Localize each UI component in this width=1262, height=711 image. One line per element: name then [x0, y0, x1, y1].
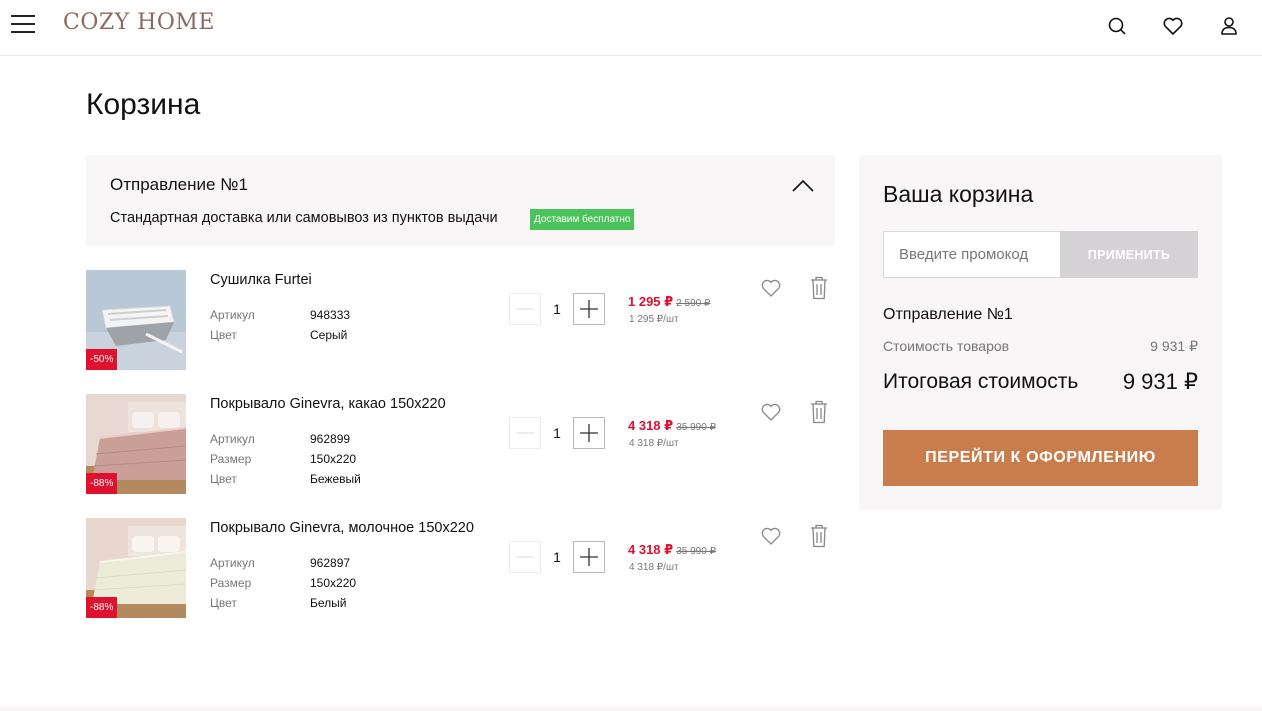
menu-icon[interactable] — [11, 14, 35, 34]
unit-price: 4 318 ₽/шт — [629, 438, 679, 449]
attribute-value: 962899 — [310, 432, 351, 446]
summary-title: Ваша корзина — [883, 181, 1034, 207]
trash-icon[interactable] — [807, 399, 831, 425]
shipment-panel: Отправление №1 Стандартная доставка или … — [86, 155, 835, 246]
old-price: 35 990 ₽ — [676, 546, 716, 557]
heart-icon[interactable] — [759, 276, 783, 300]
chevron-up-icon[interactable] — [792, 179, 814, 193]
checkout-button[interactable]: ПЕРЕЙТИ К ОФОРМЛЕНИЮ — [883, 430, 1198, 486]
quantity-decrease-button[interactable] — [509, 541, 541, 573]
product-price: 4 318 ₽35 990 ₽ — [628, 542, 716, 558]
quantity-value[interactable]: 1 — [541, 541, 573, 573]
trash-icon[interactable] — [807, 275, 831, 301]
page-title: Корзина — [86, 88, 201, 121]
quantity-decrease-button[interactable] — [509, 293, 541, 325]
product-image[interactable]: -88% — [86, 518, 186, 618]
product-image[interactable]: -50% — [86, 270, 186, 370]
attribute-value: 150х220 — [310, 452, 357, 466]
attribute-label: Цвет — [210, 596, 237, 610]
attribute-value: 948333 — [310, 308, 351, 322]
cart-item: -88% Покрывало Ginevra, какао 150х220 Ар… — [86, 394, 835, 494]
site-logo[interactable]: COZY HOME — [63, 10, 215, 35]
footer-divider — [0, 704, 1262, 711]
product-image[interactable]: -88% — [86, 394, 186, 494]
cart-item: -50% Сушилка Furtei Артикул 948333 Цвет … — [86, 270, 835, 370]
current-price: 4 318 ₽ — [628, 542, 674, 557]
search-icon[interactable] — [1105, 14, 1129, 38]
total-cost-label: Итоговая стоимость — [883, 370, 1079, 393]
current-price: 4 318 ₽ — [628, 418, 674, 433]
site-header: COZY HOME — [0, 0, 1262, 56]
quantity-decrease-button[interactable] — [509, 417, 541, 449]
product-name[interactable]: Покрывало Ginevra, молочное 150х220 — [210, 520, 474, 536]
quantity-increase-button[interactable] — [573, 293, 605, 325]
old-price: 2 590 ₽ — [676, 298, 711, 309]
product-price: 4 318 ₽35 990 ₽ — [628, 418, 716, 434]
discount-badge: -88% — [86, 597, 118, 618]
attribute-value: Белый — [310, 596, 347, 610]
heart-icon[interactable] — [1161, 14, 1185, 38]
discount-badge: -88% — [86, 473, 118, 494]
quantity-increase-button[interactable] — [573, 417, 605, 449]
apply-promo-button[interactable]: ПРИМЕНИТЬ — [1060, 231, 1198, 278]
attribute-label: Артикул — [210, 556, 255, 570]
attribute-label: Цвет — [210, 328, 237, 342]
attribute-label: Размер — [210, 576, 252, 590]
quantity-increase-button[interactable] — [573, 541, 605, 573]
cart-summary-panel: Ваша корзина ПРИМЕНИТЬ Отправление №1 Ст… — [859, 155, 1222, 510]
unit-price: 1 295 ₽/шт — [629, 314, 679, 325]
attribute-value: Серый — [310, 328, 348, 342]
total-cost-value: 9 931 ₽ — [1122, 369, 1198, 394]
promo-code-input[interactable] — [883, 231, 1060, 278]
current-price: 1 295 ₽ — [628, 294, 674, 309]
heart-icon[interactable] — [759, 524, 783, 548]
attribute-label: Артикул — [210, 432, 255, 446]
attribute-value: 962897 — [310, 556, 351, 570]
shipment-description: Стандартная доставка или самовывоз из пу… — [110, 210, 498, 226]
heart-icon[interactable] — [759, 400, 783, 424]
old-price: 35 990 ₽ — [676, 422, 716, 433]
attribute-label: Цвет — [210, 472, 237, 486]
shipment-title: Отправление №1 — [110, 175, 248, 194]
quantity-value[interactable]: 1 — [541, 417, 573, 449]
quantity-value[interactable]: 1 — [541, 293, 573, 325]
product-name[interactable]: Сушилка Furtei — [210, 272, 312, 288]
product-name[interactable]: Покрывало Ginevra, какао 150х220 — [210, 396, 446, 412]
unit-price: 4 318 ₽/шт — [629, 562, 679, 573]
cart-item: -88% Покрывало Ginevra, молочное 150х220… — [86, 518, 835, 618]
free-delivery-badge: Доставим бесплатно — [530, 209, 635, 230]
attribute-value: 150х220 — [310, 576, 357, 590]
trash-icon[interactable] — [807, 523, 831, 549]
goods-cost-value: 9 931 ₽ — [1150, 338, 1198, 354]
discount-badge: -50% — [86, 349, 118, 370]
product-price: 1 295 ₽2 590 ₽ — [628, 294, 710, 310]
attribute-label: Артикул — [210, 308, 255, 322]
goods-cost-label: Стоимость товаров — [883, 338, 1010, 354]
summary-shipment-label: Отправление №1 — [883, 306, 1013, 323]
attribute-label: Размер — [210, 452, 252, 466]
user-icon[interactable] — [1217, 14, 1241, 38]
attribute-value: Бежевый — [310, 472, 361, 486]
